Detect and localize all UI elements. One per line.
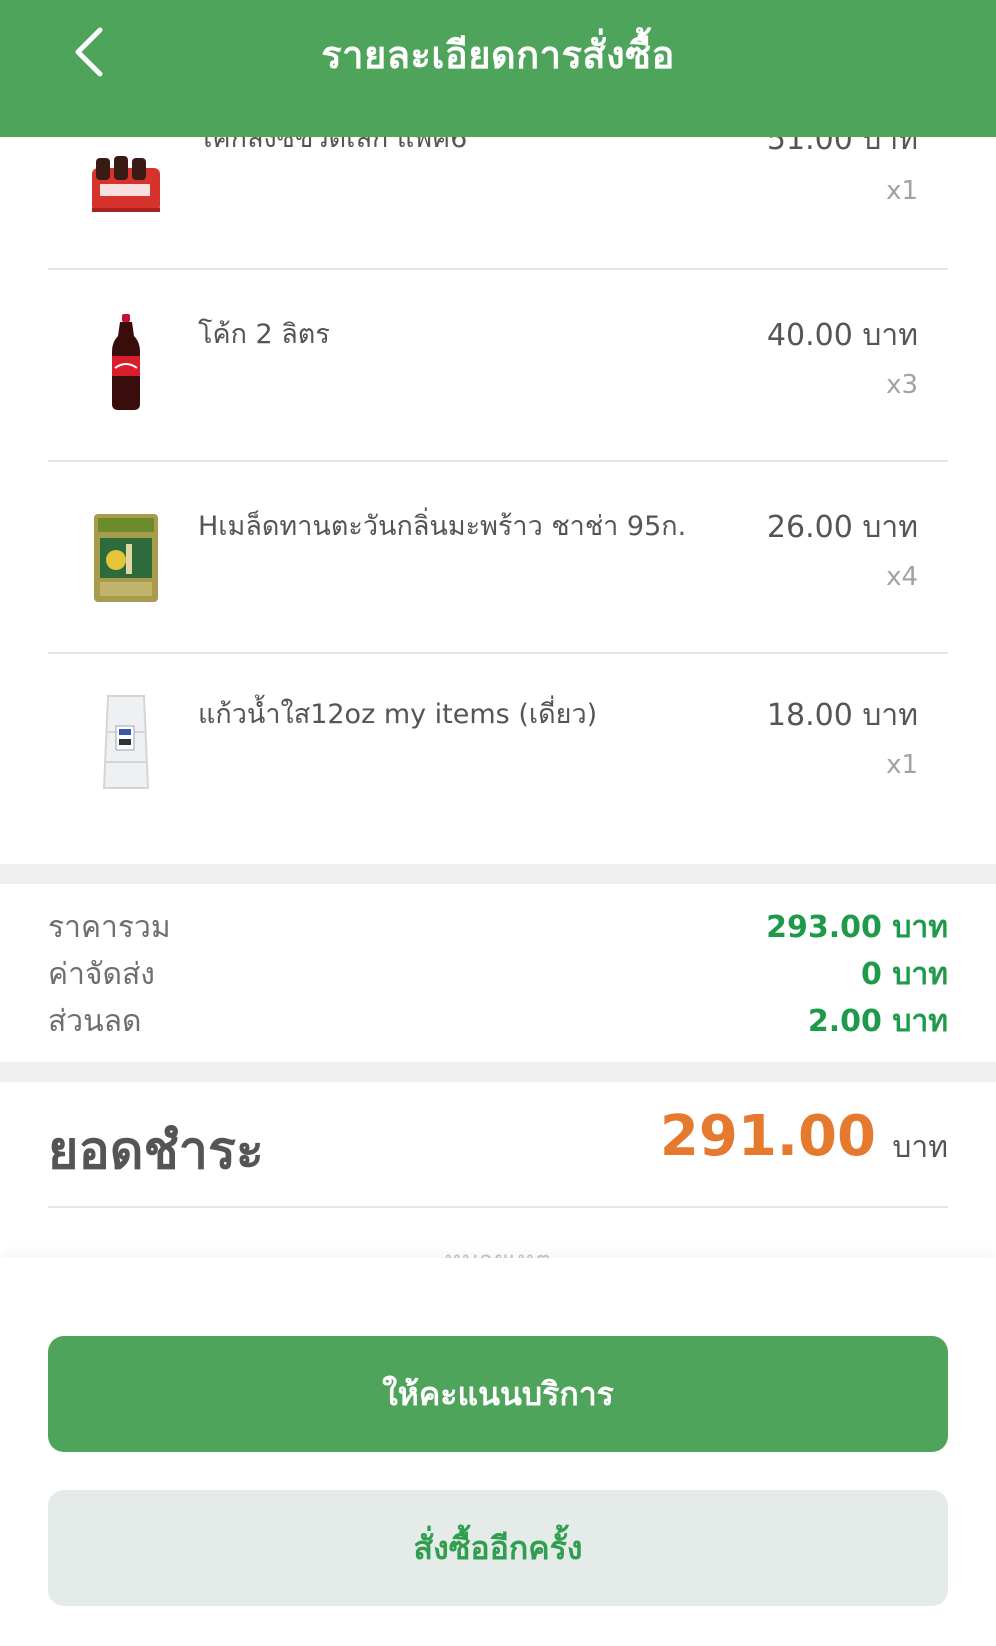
order-item: แก้วน้ำใส12oz my items (เดี่ยว) 18.00 บา…	[48, 654, 948, 846]
order-item: โค้ก 2 ลิตร 40.00 บาท x3	[48, 270, 948, 462]
bottom-action-panel: ให้คะแนนบริการ สั่งซื้ออีกครั้ง	[0, 1258, 996, 1646]
sunflower-seed-bag-image	[86, 508, 166, 608]
item-quantity: x1	[886, 176, 918, 206]
total-label: ยอดชำระ	[48, 1121, 264, 1181]
total-divider	[48, 1206, 948, 1208]
discount-value: 2.00 บาท	[807, 1004, 948, 1039]
delivery-label: ค่าจัดส่ง	[48, 957, 155, 992]
subtotal-label: ราคารวม	[48, 910, 171, 945]
cola-bottle-image	[86, 312, 166, 412]
item-name: โค้ก 2 ลิตร	[198, 319, 330, 350]
item-price: 26.00 บาท	[766, 510, 918, 545]
total-amount: 291.00	[659, 1104, 876, 1169]
discount-row: ส่วนลด 2.00 บาท	[48, 998, 948, 1044]
item-price: 40.00 บาท	[766, 318, 918, 353]
page-title: รายละเอียดการสั่งซื้อ	[321, 33, 675, 77]
delivery-row: ค่าจัดส่ง 0 บาท	[48, 951, 948, 997]
rate-service-button[interactable]: ให้คะแนนบริการ	[48, 1336, 948, 1452]
item-quantity: x4	[886, 562, 918, 592]
order-item: Hเมล็ดทานตะวันกลิ่นมะพร้าว ชาช่า 95ก. 26…	[48, 462, 948, 654]
item-quantity: x1	[886, 750, 918, 780]
section-separator	[0, 1062, 996, 1082]
section-separator	[0, 864, 996, 884]
subtotal-value: 293.00 บาท	[766, 910, 948, 945]
total-unit: บาท	[892, 1130, 948, 1165]
item-price: 18.00 บาท	[766, 698, 918, 733]
discount-label: ส่วนลด	[48, 1004, 142, 1039]
note-text: หมายเหตุ	[0, 1240, 996, 1258]
item-name: Hเมล็ดทานตะวันกลิ่นมะพร้าว ชาช่า 95ก.	[198, 511, 687, 542]
soda-six-pack-image	[86, 128, 166, 228]
plastic-cup-stack-image	[86, 692, 166, 792]
item-quantity: x3	[886, 370, 918, 400]
reorder-button[interactable]: สั่งซื้ออีกครั้ง	[48, 1490, 948, 1606]
item-name: แก้วน้ำใส12oz my items (เดี่ยว)	[198, 699, 598, 730]
subtotal-row: ราคารวม 293.00 บาท	[48, 904, 948, 950]
app-header: รายละเอียดการสั่งซื้อ	[0, 0, 996, 137]
delivery-value: 0 บาท	[861, 957, 948, 992]
